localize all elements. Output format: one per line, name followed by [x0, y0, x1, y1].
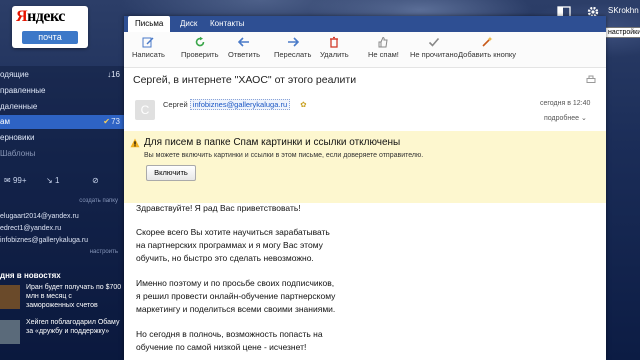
- sidebar-filters: ✉ 99+ ↘ 1 ⊘: [0, 176, 124, 190]
- body-line: на партнерских программах и я могу Вас э…: [136, 240, 323, 250]
- pencil-icon: [142, 36, 154, 48]
- envelope-icon: ✉: [4, 176, 11, 185]
- contact-item[interactable]: edrect1@yandex.ru: [0, 225, 61, 232]
- body-line: маркетингу и поделиться всеми своими зна…: [136, 304, 336, 314]
- checkmark-icon: [428, 36, 440, 48]
- spam-count: 73: [111, 117, 120, 126]
- message-time: сегодня в 12:40: [540, 100, 591, 107]
- service-tabs: Письма Диск Контакты: [124, 16, 606, 32]
- sender-avatar: С: [135, 100, 155, 120]
- body-line: я решил провести онлайн-обучение партнер…: [136, 291, 336, 301]
- spam-check-icon: ✔: [103, 117, 110, 126]
- thumbs-up-icon: [377, 36, 389, 48]
- sidebar-item-drafts[interactable]: ерновики: [0, 131, 124, 145]
- warning-title: Для писем в папке Спам картинки и ссылки…: [144, 137, 401, 148]
- check-mail-button[interactable]: Проверить: [181, 34, 219, 59]
- sidebar-item-spam[interactable]: ам ✔ 73: [0, 115, 124, 129]
- create-folder-link[interactable]: создать папку: [79, 198, 118, 204]
- details-link[interactable]: подробнее ⌄: [544, 114, 587, 122]
- reply-icon: [238, 36, 250, 48]
- message-toolbar: Написать Проверить Ответить Переслать Уд…: [124, 32, 606, 68]
- sender-line: Сергей infobiznes@gallerykaluga.ru ✿: [163, 99, 307, 110]
- tab-contacts[interactable]: Контакты: [210, 16, 245, 32]
- mark-unread-button[interactable]: Не прочитано: [410, 34, 458, 59]
- sidebar-item-inbox[interactable]: одящие ↓16: [0, 68, 124, 82]
- message-subject: Сергей, в интернете "ХАОС" от этого реал…: [133, 74, 357, 86]
- spam-warning-banner: Для писем в папке Спам картинки и ссылки…: [124, 131, 606, 203]
- forward-icon: [287, 36, 299, 48]
- tab-mail[interactable]: Письма: [128, 16, 171, 32]
- body-line: обучение по самой низкой цене - исчезнет…: [136, 342, 307, 352]
- inbox-count: ↓16: [107, 70, 120, 79]
- contact-item[interactable]: elugaart2014@yandex.ru: [0, 213, 79, 220]
- body-line: Именно поэтому и по просьбе своих подпис…: [136, 278, 335, 288]
- delete-button[interactable]: Удалить: [320, 34, 349, 59]
- news-item[interactable]: Иран будет получать по $700 млн в месяц …: [0, 283, 124, 313]
- print-icon[interactable]: [586, 75, 596, 85]
- user-name[interactable]: SKrokhn: [608, 6, 639, 15]
- yandex-mail-logo[interactable]: Яндекс почта: [12, 6, 88, 48]
- magic-wand-icon: [481, 36, 493, 48]
- tab-disk[interactable]: Диск: [180, 16, 197, 32]
- flag-icon: ↘: [46, 176, 53, 185]
- forward-button[interactable]: Переслать: [274, 34, 311, 59]
- sender-address[interactable]: infobiznes@gallerykaluga.ru: [189, 99, 291, 110]
- mail-panel: Письма Диск Контакты Написать Проверить …: [124, 16, 606, 360]
- refresh-icon: [194, 36, 206, 48]
- reply-button[interactable]: Ответить: [228, 34, 260, 59]
- contacts-settings-link[interactable]: настроить: [90, 249, 118, 255]
- flagged-filter[interactable]: ↘ 1: [46, 176, 59, 185]
- logo-service-label: почта: [22, 31, 78, 44]
- enable-images-button[interactable]: Включить: [146, 165, 196, 181]
- logo-wordmark: Яндекс: [16, 8, 65, 25]
- not-spam-button[interactable]: Не спам!: [368, 34, 399, 59]
- add-button-button[interactable]: Добавить кнопку: [458, 34, 516, 59]
- sidebar-item-sent[interactable]: правленные: [0, 84, 124, 98]
- news-item[interactable]: Хейгел побла­годарил Обаму за «дружбу и …: [0, 318, 124, 348]
- warning-description: Вы можете включить картинки и ссылки в э…: [144, 152, 424, 159]
- body-line: Скорее всего Вы хотите научиться зарабат…: [136, 227, 330, 237]
- body-line: Но сегодня в полночь, возможность попаст…: [136, 329, 323, 339]
- attachments-filter[interactable]: ⊘: [92, 176, 99, 185]
- sidebar: одящие ↓16 правленные даленные ам ✔ 73 е…: [0, 66, 124, 360]
- trash-icon: [328, 36, 340, 48]
- paperclip-icon: ⊘: [92, 176, 99, 185]
- verified-badge-icon: ✿: [300, 100, 307, 109]
- news-thumbnail: [0, 320, 20, 344]
- news-heading: дня в новостях: [0, 271, 61, 280]
- warning-icon: [130, 138, 140, 148]
- news-thumbnail: [0, 285, 20, 309]
- sidebar-item-deleted[interactable]: даленные: [0, 100, 124, 114]
- unread-filter[interactable]: ✉ 99+: [4, 176, 27, 185]
- body-line: Здравствуйте! Я рад Вас приветствовать!: [136, 203, 301, 213]
- chevron-down-icon: ⌄: [581, 115, 587, 122]
- compose-button[interactable]: Написать: [132, 34, 165, 59]
- contact-item[interactable]: infobiznes@gallerykaluga.ru: [0, 237, 88, 244]
- body-line: обучить, но быстро это сделать невозможн…: [136, 253, 314, 263]
- sidebar-item-templates[interactable]: Шаблоны: [0, 147, 124, 161]
- sender-name[interactable]: Сергей: [163, 100, 188, 109]
